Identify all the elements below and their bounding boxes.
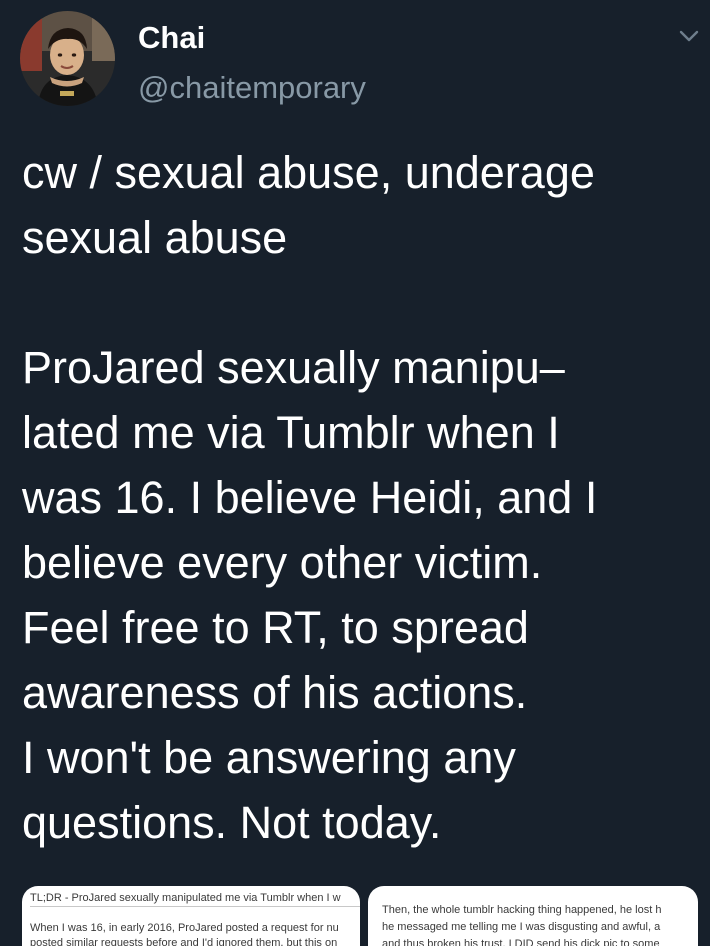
chevron-down-icon[interactable] — [678, 28, 700, 44]
divider — [30, 906, 360, 907]
avatar-photo — [20, 11, 115, 106]
display-name[interactable]: Chai — [138, 20, 205, 56]
attachment-image-1[interactable]: TL;DR - ProJared sexually manipulated me… — [22, 886, 360, 946]
attachment-text-line: Then, the whole tumblr hacking thing hap… — [382, 904, 662, 916]
user-handle[interactable]: @chaitemporary — [138, 70, 366, 106]
attachment-text-line: When I was 16, in early 2016, ProJared p… — [30, 922, 339, 934]
avatar[interactable] — [20, 11, 115, 106]
attachment-text-line: posted similar requests before and I'd i… — [30, 937, 338, 946]
attachment-text-line: he messaged me telling me I was disgusti… — [382, 921, 661, 933]
attachment-text-line: and thus broken his trust. I DID send hi… — [382, 938, 660, 946]
tweet-text: cw / sexual abuse, underage sexual abuse… — [22, 147, 598, 848]
attachment-text-line: TL;DR - ProJared sexually manipulated me… — [30, 892, 341, 904]
attachment-image-2[interactable]: Then, the whole tumblr hacking thing hap… — [368, 886, 698, 946]
tweet-screen: Chai @chaitemporary cw / sexual abuse, u… — [0, 0, 710, 946]
